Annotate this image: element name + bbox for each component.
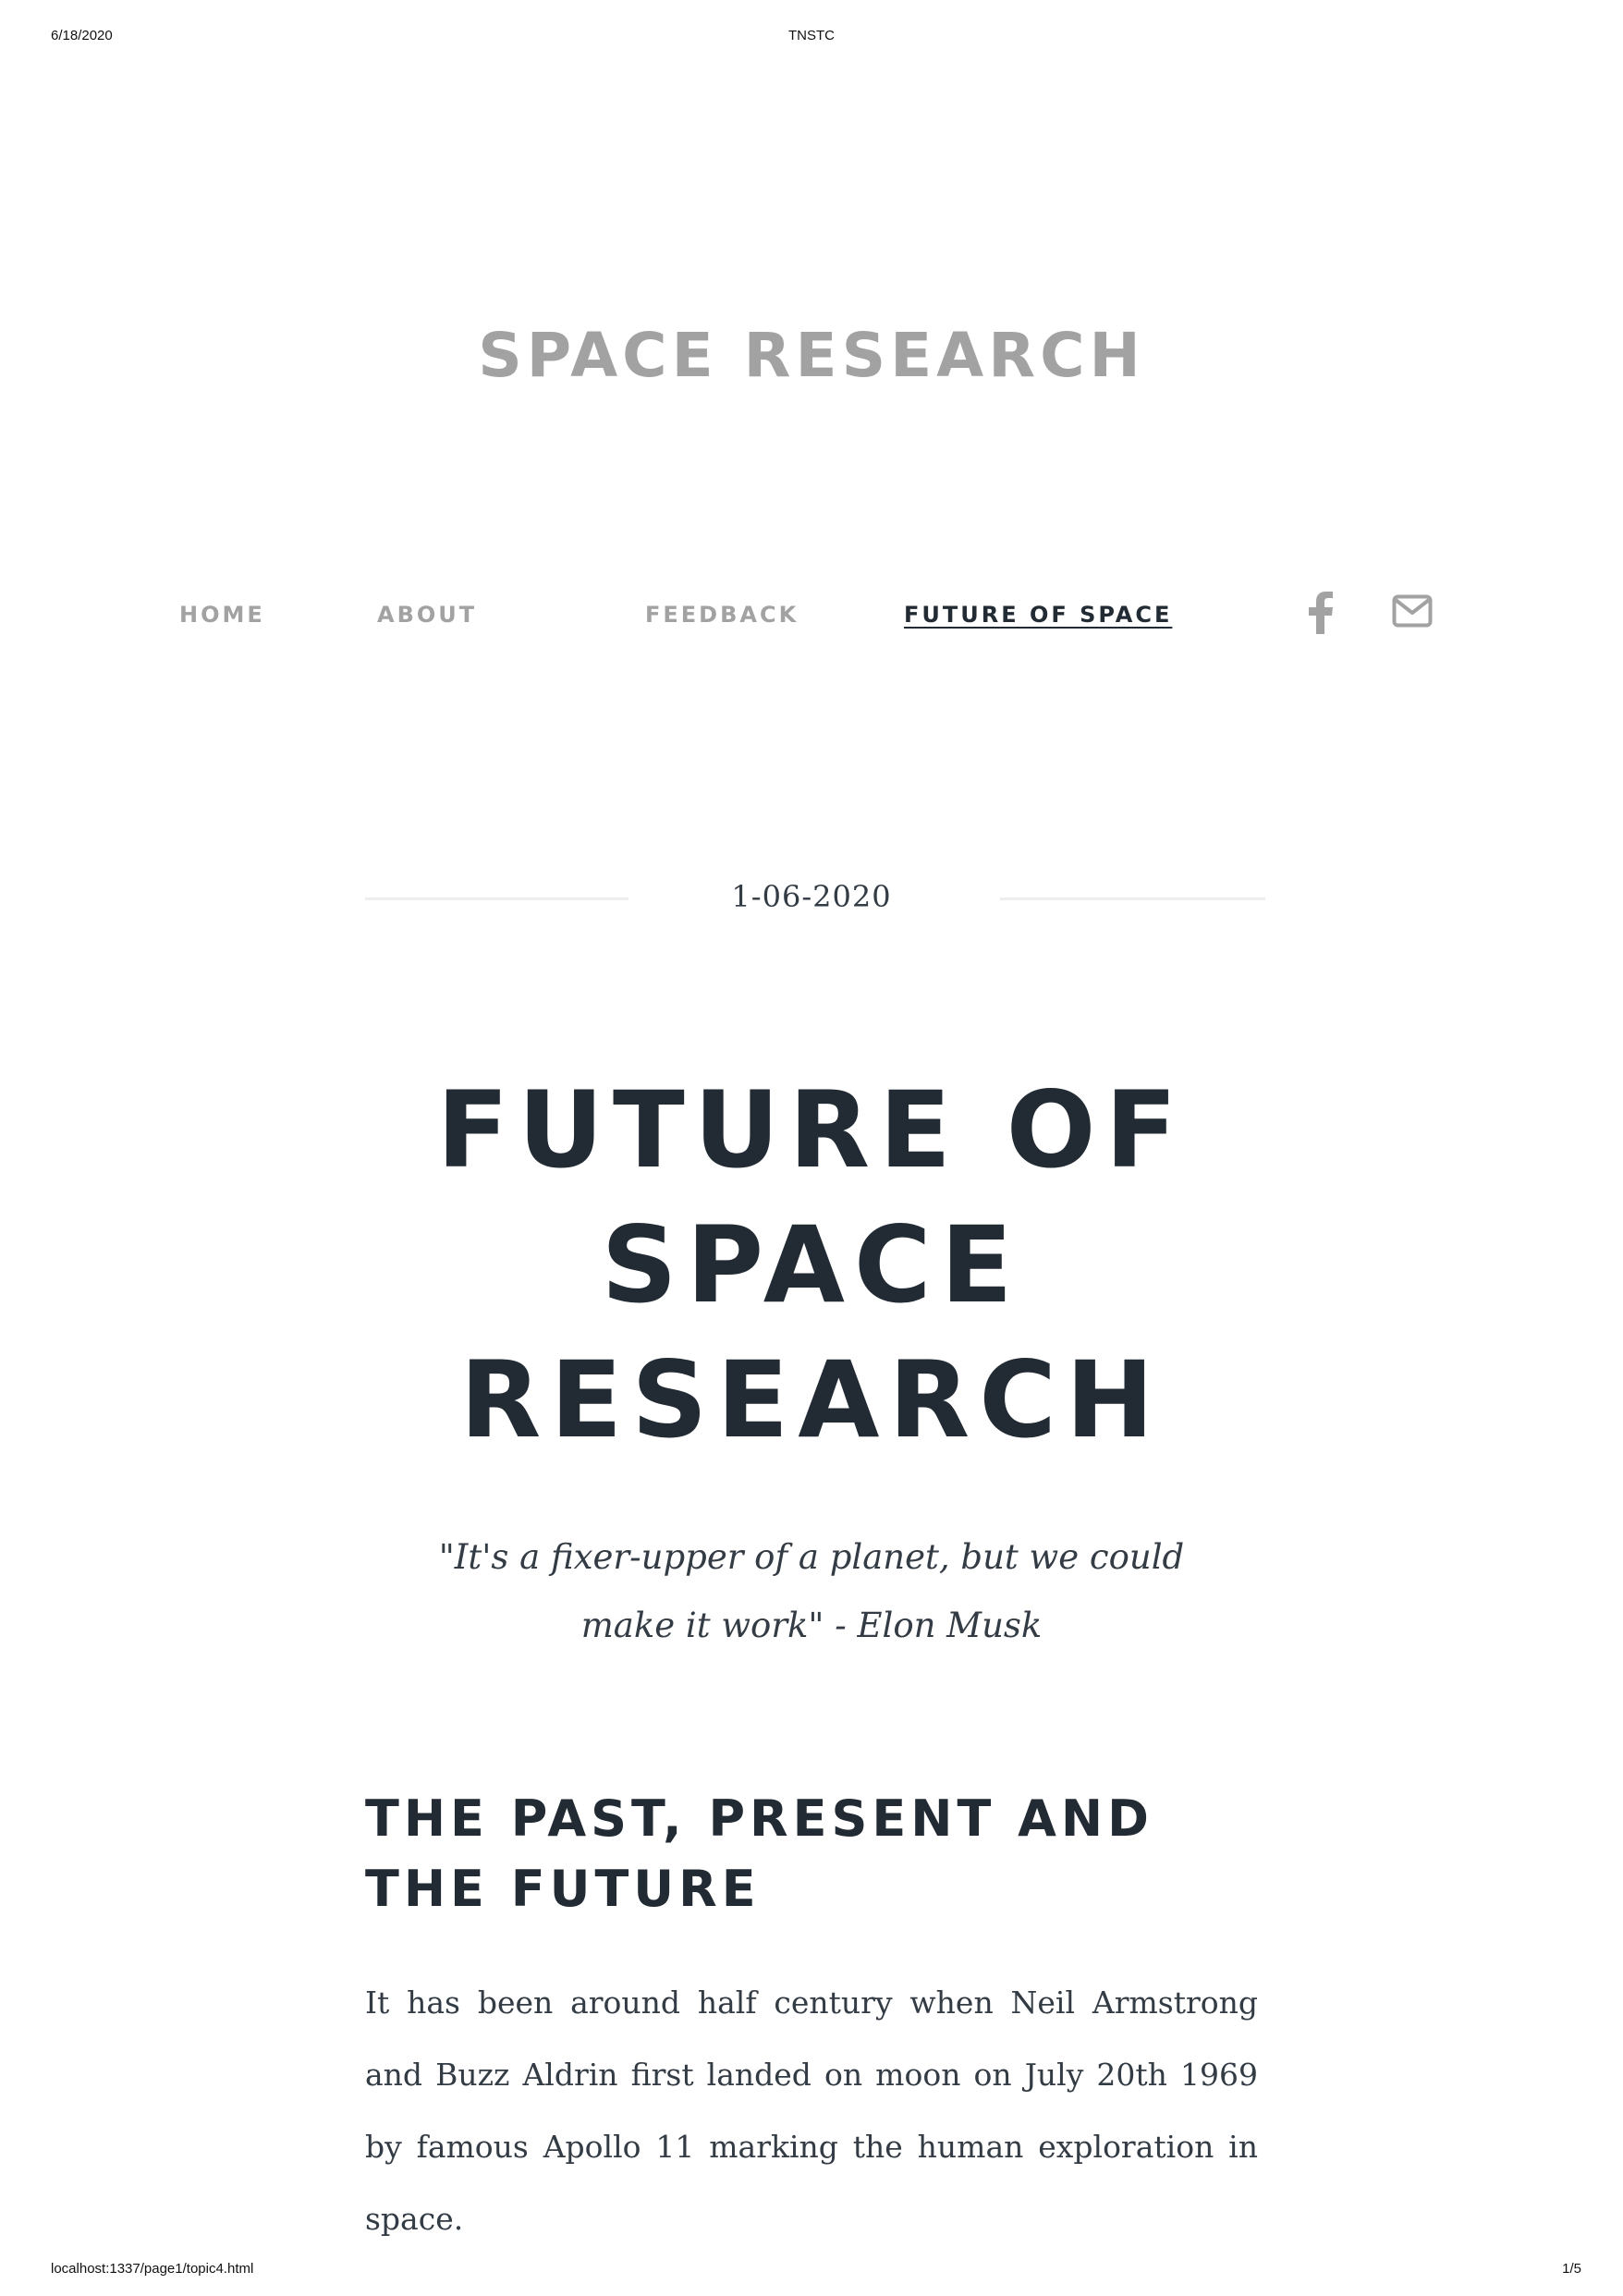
date-divider-right <box>1000 898 1265 900</box>
facebook-icon[interactable] <box>1308 592 1334 634</box>
print-page-number: 1/5 <box>1562 2261 1581 2277</box>
print-title: TNSTC <box>788 28 835 43</box>
print-footer: localhost:1337/page1/topic4.html 1/5 <box>0 2261 1623 2279</box>
body-paragraph: It has been around half century when Nei… <box>365 1985 1258 2237</box>
post-quote: "It's a fixer-upper of a planet, but we … <box>438 1537 1185 1645</box>
print-header: 6/18/2020 TNSTC <box>0 28 1623 46</box>
date-divider-left <box>365 898 628 900</box>
post-date: 1-06-2020 <box>731 879 892 914</box>
envelope-icon[interactable] <box>1392 594 1433 628</box>
nav-home[interactable]: HOME <box>179 601 265 629</box>
nav-about[interactable]: ABOUT <box>377 601 477 629</box>
nav-feedback[interactable]: FEEDBACK <box>645 601 799 629</box>
print-url: localhost:1337/page1/topic4.html <box>51 2261 254 2277</box>
section-heading: THE PAST, PRESENT AND THE FUTURE <box>365 1789 1153 1918</box>
post-title: FUTURE OF SPACE RESEARCH <box>436 1069 1187 1461</box>
site-title[interactable]: SPACE RESEARCH <box>0 319 1623 393</box>
nav-future-of-space[interactable]: FUTURE OF SPACE <box>904 601 1172 629</box>
